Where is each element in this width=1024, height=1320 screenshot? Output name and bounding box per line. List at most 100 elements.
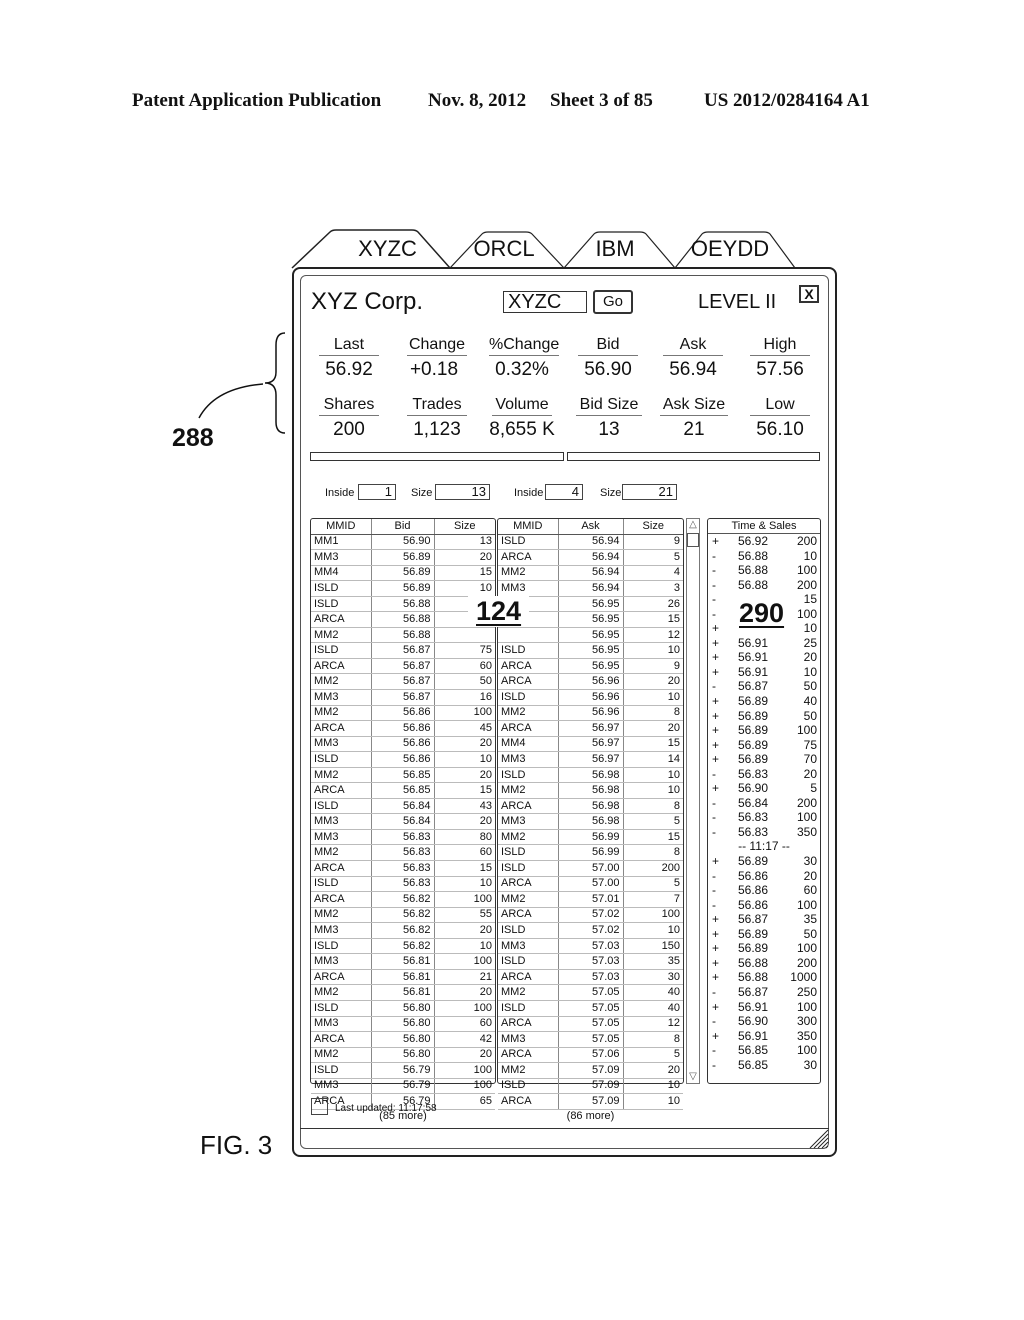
bid-row[interactable]: MM3 56.82 20 [311, 922, 495, 939]
bid-row[interactable]: ARCA 56.82 100 [311, 891, 495, 908]
bid-row[interactable]: ISLD 56.86 10 [311, 751, 495, 768]
ask-inside-field[interactable]: 4 [545, 484, 583, 500]
tab-xyzc[interactable]: XYZC [340, 232, 435, 268]
ask-row[interactable]: ARCA 56.95 9 [498, 658, 683, 675]
tick-direction: - [712, 577, 716, 592]
auto-update-checkbox[interactable] [311, 1098, 328, 1115]
ask-row[interactable]: ARCA 57.05 12 [498, 1016, 683, 1033]
ask-row[interactable]: 56.95 12 [498, 627, 683, 644]
tab-orcl[interactable]: ORCL [463, 232, 545, 268]
ask-row[interactable]: ISLD 56.95 10 [498, 642, 683, 659]
bid-row[interactable]: ISLD 56.82 10 [311, 938, 495, 955]
go-button[interactable]: Go [593, 290, 633, 314]
ask-row[interactable]: ISLD 57.09 10 [498, 1078, 683, 1095]
ask-row[interactable]: ISLD 57.05 40 [498, 1000, 683, 1017]
column-header-mmid[interactable]: MMID [498, 519, 559, 535]
ask-row[interactable]: MM2 56.94 4 [498, 565, 683, 582]
bid-row[interactable]: ISLD 56.89 10 [311, 580, 495, 597]
bid-row[interactable]: MM2 56.87 50 [311, 673, 495, 691]
bid-row[interactable]: ISLD 56.87 75 [311, 642, 495, 659]
ask-row[interactable]: ISLD 56.94 9 [498, 534, 683, 551]
trade-price: 56.89 [738, 926, 769, 941]
ask-row[interactable]: ARCA 56.94 5 [498, 549, 683, 566]
bid-row[interactable]: MM1 56.90 13 [311, 534, 495, 551]
close-icon[interactable]: X [799, 285, 819, 303]
ask-row[interactable]: ARCA 56.98 8 [498, 798, 683, 815]
size-cell: 9 [623, 658, 683, 675]
ask-size-field[interactable]: 21 [622, 484, 677, 500]
bid-row[interactable]: ISLD 56.83 10 [311, 876, 495, 893]
ask-row[interactable]: MM3 57.03 150 [498, 938, 683, 955]
bid-row[interactable]: MM2 56.81 20 [311, 984, 495, 1001]
mmid-cell: MM3 [498, 751, 559, 768]
bid-row[interactable]: MM2 56.80 20 [311, 1047, 495, 1064]
column-header-ask[interactable]: Ask [558, 519, 624, 535]
column-header-mmid[interactable]: MMID [311, 519, 372, 535]
ask-more-link[interactable]: (86 more) [498, 1110, 683, 1124]
scroll-thumb[interactable] [687, 533, 699, 547]
resize-grip-icon[interactable] [806, 1128, 830, 1150]
bid-row[interactable]: MM4 56.89 15 [311, 565, 495, 582]
ask-row[interactable]: MM3 56.97 14 [498, 751, 683, 768]
bid-row[interactable]: MM2 56.85 20 [311, 767, 495, 784]
bid-row[interactable]: ARCA 56.80 42 [311, 1031, 495, 1048]
tab-ibm[interactable]: IBM [575, 232, 655, 268]
bid-row[interactable]: ARCA 56.85 15 [311, 782, 495, 799]
bid-row[interactable]: ISLD 56.80 100 [311, 1000, 495, 1017]
scroll-down-icon[interactable]: ▽ [687, 1071, 699, 1083]
scroll-up-icon[interactable]: △ [687, 519, 699, 531]
ask-row[interactable]: MM2 56.99 15 [498, 829, 683, 846]
tab-oeydd[interactable]: OEYDD [680, 232, 780, 268]
ask-row[interactable]: ARCA 57.03 30 [498, 969, 683, 986]
bid-row[interactable]: MM3 56.89 20 [311, 549, 495, 566]
symbol-input[interactable]: XYZC [503, 291, 587, 313]
ask-row[interactable]: MM2 57.09 20 [498, 1062, 683, 1079]
bid-row[interactable]: MM2 56.83 60 [311, 844, 495, 862]
bid-row[interactable]: ARCA 56.81 21 [311, 969, 495, 986]
bid-row[interactable]: MM3 56.86 20 [311, 736, 495, 753]
bid-row[interactable]: ARCA 56.87 60 [311, 658, 495, 675]
bid-row[interactable]: MM3 56.83 80 [311, 829, 495, 846]
ask-row[interactable]: MM3 57.05 8 [498, 1031, 683, 1048]
ask-row[interactable]: ISLD 56.98 10 [498, 767, 683, 784]
bid-row[interactable]: MM3 56.81 100 [311, 953, 495, 970]
bid-row[interactable]: ARCA 56.86 45 [311, 720, 495, 737]
ask-row[interactable]: MM4 56.97 15 [498, 736, 683, 753]
bid-row[interactable]: MM3 56.87 16 [311, 689, 495, 706]
ask-row[interactable]: MM2 56.96 8 [498, 705, 683, 722]
book-scrollbar[interactable]: △ ▽ [686, 518, 700, 1084]
ask-row[interactable]: ARCA 57.00 5 [498, 876, 683, 893]
ask-row[interactable]: MM2 56.98 10 [498, 782, 683, 799]
ask-row[interactable]: ISLD 56.99 8 [498, 844, 683, 862]
column-header-size[interactable]: Size [434, 519, 495, 535]
ask-row[interactable]: ARCA 56.97 20 [498, 720, 683, 737]
bid-row[interactable]: MM3 56.84 20 [311, 813, 495, 830]
ask-row[interactable]: ISLD 57.03 35 [498, 953, 683, 970]
bid-row[interactable]: MM2 56.86 100 [311, 705, 495, 722]
bid-row[interactable]: ISLD 56.79 100 [311, 1062, 495, 1079]
bid-inside-field[interactable]: 1 [358, 484, 396, 500]
bid-row[interactable]: MM3 56.79 100 [311, 1078, 495, 1095]
bid-row[interactable]: ARCA 56.83 15 [311, 860, 495, 877]
tick-direction: + [712, 635, 720, 650]
ask-row[interactable]: ISLD 56.96 10 [498, 689, 683, 706]
ask-row[interactable]: MM2 57.05 40 [498, 984, 683, 1001]
ask-row[interactable]: ARCA 57.06 5 [498, 1047, 683, 1064]
bid-row[interactable]: MM3 56.80 60 [311, 1016, 495, 1033]
bid-row[interactable]: MM2 56.82 55 [311, 907, 495, 924]
ask-row[interactable]: MM3 56.98 5 [498, 813, 683, 830]
column-header-size[interactable]: Size [623, 519, 683, 535]
ask-row[interactable]: MM3 56.94 3 [498, 580, 683, 597]
bid-size-field[interactable]: 13 [435, 484, 490, 500]
last-updated-text: Last updated: 11:17:58 [335, 1103, 437, 1114]
ask-row[interactable]: ISLD 57.00 200 [498, 860, 683, 877]
ask-row[interactable]: ARCA 56.96 20 [498, 673, 683, 691]
bid-row[interactable]: ISLD 56.84 43 [311, 798, 495, 815]
ask-row[interactable]: ARCA 57.09 10 [498, 1093, 683, 1110]
bid-row[interactable]: MM2 56.88 [311, 627, 495, 644]
column-header-bid[interactable]: Bid [371, 519, 435, 535]
size-cell: 8 [623, 798, 683, 815]
ask-row[interactable]: MM2 57.01 7 [498, 891, 683, 908]
ask-row[interactable]: ARCA 57.02 100 [498, 907, 683, 924]
ask-row[interactable]: ISLD 57.02 10 [498, 922, 683, 939]
